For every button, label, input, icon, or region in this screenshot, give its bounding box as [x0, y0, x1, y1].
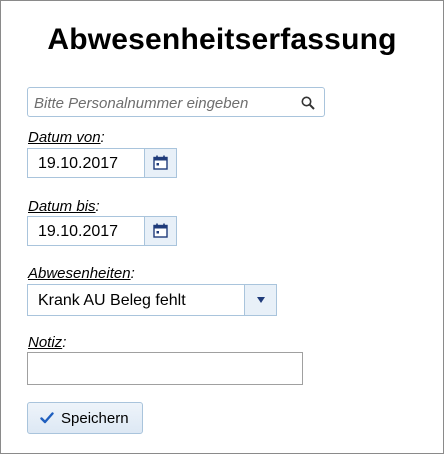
absence-dropdown-button[interactable] [244, 285, 276, 315]
check-icon [40, 412, 54, 424]
chevron-down-icon [257, 297, 265, 303]
note-label: Notiz: [28, 334, 67, 351]
absence-select[interactable]: Krank AU Beleg fehlt [27, 284, 277, 316]
save-button[interactable]: Speichern [27, 402, 143, 434]
personnel-number-input[interactable] [34, 93, 294, 113]
date-from-label: Datum von: [28, 129, 105, 146]
date-to-picker-button[interactable] [144, 217, 176, 245]
form-panel: Abwesenheitserfassung Datum von: 19.10.2… [0, 0, 444, 454]
search-field[interactable] [27, 87, 325, 117]
absence-label: Abwesenheiten: [28, 265, 135, 282]
date-from-picker-button[interactable] [144, 149, 176, 177]
page-title: Abwesenheitserfassung [47, 23, 397, 56]
search-icon[interactable] [300, 95, 316, 111]
date-to-value[interactable]: 19.10.2017 [38, 223, 118, 241]
save-button-label: Speichern [61, 410, 129, 427]
date-from-field[interactable]: 19.10.2017 [27, 148, 177, 178]
date-to-field[interactable]: 19.10.2017 [27, 216, 177, 246]
note-input[interactable] [27, 352, 303, 385]
date-to-label: Datum bis: [28, 198, 100, 215]
date-from-value[interactable]: 19.10.2017 [38, 155, 118, 173]
calendar-icon [153, 223, 168, 238]
absence-selected-value[interactable]: Krank AU Beleg fehlt [38, 292, 186, 310]
calendar-icon [153, 155, 168, 170]
